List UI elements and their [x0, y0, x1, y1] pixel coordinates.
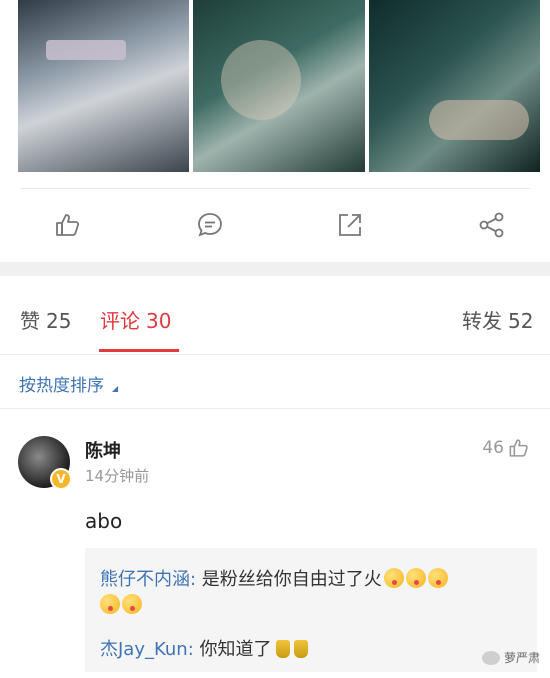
sort-dropdown[interactable]: 按热度排序	[19, 371, 118, 396]
share-out-icon	[339, 214, 361, 236]
avatar[interactable]: V	[18, 436, 72, 490]
tab-reposts-count: 52	[508, 309, 534, 333]
tab-reposts[interactable]: 转发 52	[462, 305, 533, 334]
watermark-text: 萝严肃	[503, 651, 540, 665]
comment-like-button[interactable]: 46	[482, 437, 530, 459]
thumbs-up-icon	[56, 214, 80, 236]
sort-triangle-icon	[112, 385, 118, 392]
reply-username[interactable]: 熊仔不内涵	[100, 569, 190, 590]
tab-likes-label: 赞	[20, 309, 40, 333]
interaction-tabs: 赞 25 评论 30 转发 52	[0, 276, 550, 355]
tab-comments-label: 评论	[100, 309, 140, 333]
tab-reposts-label: 转发	[462, 309, 502, 333]
reply-item: 熊仔不内涵: 是粉丝给你自由过了火	[100, 567, 530, 619]
share-button[interactable]	[472, 205, 512, 245]
emoji-icon	[100, 594, 120, 614]
repost-button[interactable]	[330, 205, 370, 245]
post-photo-2[interactable]	[193, 0, 365, 172]
active-tab-indicator	[99, 349, 179, 352]
wechat-icon	[481, 650, 500, 665]
emoji-icon	[405, 568, 426, 588]
post-photo-3[interactable]	[368, 0, 540, 172]
comment-button[interactable]	[190, 205, 230, 245]
comment-username[interactable]: 陈坤	[85, 437, 121, 463]
thumbs-up-icon	[509, 439, 528, 457]
trophy-icon	[293, 640, 308, 658]
like-button[interactable]	[48, 205, 88, 245]
emoji-icon	[427, 568, 448, 588]
tab-likes-count: 25	[46, 309, 72, 333]
reply-username[interactable]: 杰Jay_Kun	[100, 639, 188, 660]
post-photo-1[interactable]	[18, 0, 190, 172]
sort-label: 按热度排序	[19, 376, 104, 396]
emoji-icon	[122, 594, 142, 614]
comment-icon	[198, 213, 222, 237]
reply-text: 是粉丝给你自由过了火	[196, 569, 382, 590]
tab-comments-count: 30	[146, 309, 172, 333]
comment-text: abo	[85, 509, 123, 533]
post-photo-strip	[18, 0, 540, 172]
verified-badge: V	[50, 468, 72, 490]
comment-timestamp: 14分钟前	[85, 467, 150, 485]
trophy-icon	[275, 640, 290, 658]
share-icon	[479, 212, 504, 238]
tab-likes[interactable]: 赞 25	[20, 305, 71, 334]
comment-like-count: 46	[482, 438, 504, 458]
reply-item: 杰Jay_Kun: 你知道了	[100, 637, 308, 663]
post-action-bar	[0, 205, 550, 247]
emoji-icon	[383, 568, 404, 588]
watermark: 萝严肃	[481, 649, 540, 666]
divider	[0, 408, 550, 409]
divider	[20, 188, 530, 189]
section-gap	[0, 262, 550, 276]
tab-comments[interactable]: 评论 30	[100, 305, 171, 334]
reply-text: 你知道了	[193, 639, 272, 660]
reply-thread[interactable]: 熊仔不内涵: 是粉丝给你自由过了火 杰Jay_Kun: 你知道了	[85, 548, 537, 672]
